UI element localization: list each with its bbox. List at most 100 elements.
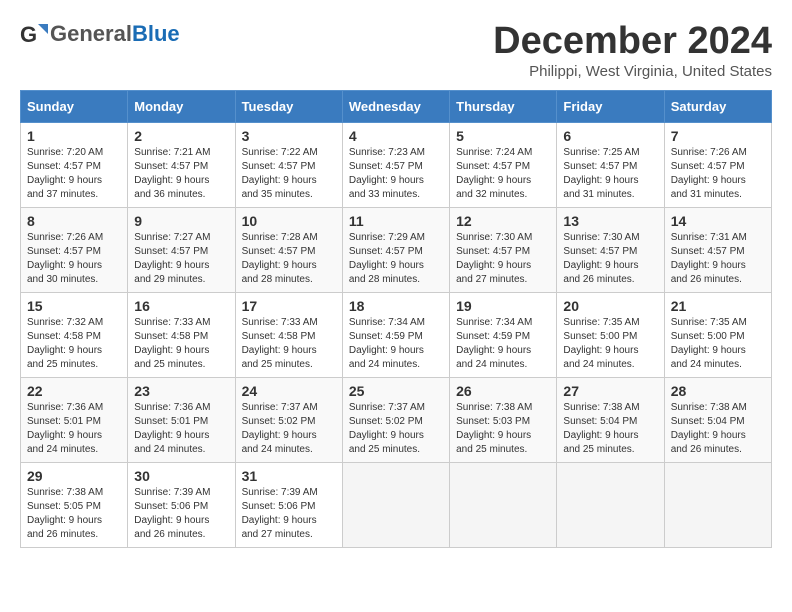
logo-blue-text: Blue [132, 21, 180, 47]
day-number: 18 [349, 298, 443, 314]
day-info: Sunrise: 7:36 AMSunset: 5:01 PMDaylight:… [134, 402, 210, 455]
calendar-cell: 19 Sunrise: 7:34 AMSunset: 4:59 PMDaylig… [450, 293, 557, 378]
calendar-cell: 23 Sunrise: 7:36 AMSunset: 5:01 PMDaylig… [128, 378, 235, 463]
day-info: Sunrise: 7:33 AMSunset: 4:58 PMDaylight:… [242, 317, 318, 370]
calendar-cell: 26 Sunrise: 7:38 AMSunset: 5:03 PMDaylig… [450, 378, 557, 463]
week-row: 1 Sunrise: 7:20 AMSunset: 4:57 PMDayligh… [21, 123, 772, 208]
calendar-cell: 25 Sunrise: 7:37 AMSunset: 5:02 PMDaylig… [342, 378, 449, 463]
day-info: Sunrise: 7:39 AMSunset: 5:06 PMDaylight:… [242, 487, 318, 540]
day-info: Sunrise: 7:34 AMSunset: 4:59 PMDaylight:… [456, 317, 532, 370]
calendar-cell: 22 Sunrise: 7:36 AMSunset: 5:01 PMDaylig… [21, 378, 128, 463]
day-number: 28 [671, 383, 765, 399]
week-row: 22 Sunrise: 7:36 AMSunset: 5:01 PMDaylig… [21, 378, 772, 463]
calendar-cell: 1 Sunrise: 7:20 AMSunset: 4:57 PMDayligh… [21, 123, 128, 208]
logo-general-text: General [50, 21, 132, 47]
day-number: 24 [242, 383, 336, 399]
calendar-cell: 10 Sunrise: 7:28 AMSunset: 4:57 PMDaylig… [235, 208, 342, 293]
day-info: Sunrise: 7:32 AMSunset: 4:58 PMDaylight:… [27, 317, 103, 370]
day-info: Sunrise: 7:33 AMSunset: 4:58 PMDaylight:… [134, 317, 210, 370]
day-info: Sunrise: 7:37 AMSunset: 5:02 PMDaylight:… [349, 402, 425, 455]
day-number: 26 [456, 383, 550, 399]
day-number: 21 [671, 298, 765, 314]
day-number: 12 [456, 213, 550, 229]
day-number: 29 [27, 468, 121, 484]
day-number: 23 [134, 383, 228, 399]
day-info: Sunrise: 7:30 AMSunset: 4:57 PMDaylight:… [456, 232, 532, 285]
calendar-cell: 15 Sunrise: 7:32 AMSunset: 4:58 PMDaylig… [21, 293, 128, 378]
day-number: 25 [349, 383, 443, 399]
header-sunday: Sunday [21, 91, 128, 123]
calendar-cell: 31 Sunrise: 7:39 AMSunset: 5:06 PMDaylig… [235, 463, 342, 548]
day-info: Sunrise: 7:38 AMSunset: 5:04 PMDaylight:… [563, 402, 639, 455]
day-number: 20 [563, 298, 657, 314]
day-number: 30 [134, 468, 228, 484]
calendar-cell [664, 463, 771, 548]
day-info: Sunrise: 7:36 AMSunset: 5:01 PMDaylight:… [27, 402, 103, 455]
header-friday: Friday [557, 91, 664, 123]
header-thursday: Thursday [450, 91, 557, 123]
calendar-cell: 29 Sunrise: 7:38 AMSunset: 5:05 PMDaylig… [21, 463, 128, 548]
calendar-cell: 27 Sunrise: 7:38 AMSunset: 5:04 PMDaylig… [557, 378, 664, 463]
day-info: Sunrise: 7:25 AMSunset: 4:57 PMDaylight:… [563, 147, 639, 200]
header-monday: Monday [128, 91, 235, 123]
day-number: 15 [27, 298, 121, 314]
calendar-cell: 8 Sunrise: 7:26 AMSunset: 4:57 PMDayligh… [21, 208, 128, 293]
day-info: Sunrise: 7:37 AMSunset: 5:02 PMDaylight:… [242, 402, 318, 455]
day-info: Sunrise: 7:21 AMSunset: 4:57 PMDaylight:… [134, 147, 210, 200]
day-info: Sunrise: 7:38 AMSunset: 5:04 PMDaylight:… [671, 402, 747, 455]
calendar-cell: 17 Sunrise: 7:33 AMSunset: 4:58 PMDaylig… [235, 293, 342, 378]
day-info: Sunrise: 7:20 AMSunset: 4:57 PMDaylight:… [27, 147, 103, 200]
calendar-cell: 24 Sunrise: 7:37 AMSunset: 5:02 PMDaylig… [235, 378, 342, 463]
location: Philippi, West Virginia, United States [493, 63, 772, 80]
day-info: Sunrise: 7:38 AMSunset: 5:05 PMDaylight:… [27, 487, 103, 540]
day-info: Sunrise: 7:24 AMSunset: 4:57 PMDaylight:… [456, 147, 532, 200]
calendar-cell: 5 Sunrise: 7:24 AMSunset: 4:57 PMDayligh… [450, 123, 557, 208]
day-info: Sunrise: 7:35 AMSunset: 5:00 PMDaylight:… [671, 317, 747, 370]
day-number: 31 [242, 468, 336, 484]
day-info: Sunrise: 7:26 AMSunset: 4:57 PMDaylight:… [27, 232, 103, 285]
header-wednesday: Wednesday [342, 91, 449, 123]
calendar-cell: 28 Sunrise: 7:38 AMSunset: 5:04 PMDaylig… [664, 378, 771, 463]
calendar-cell: 30 Sunrise: 7:39 AMSunset: 5:06 PMDaylig… [128, 463, 235, 548]
calendar-cell [450, 463, 557, 548]
day-number: 14 [671, 213, 765, 229]
calendar-cell: 14 Sunrise: 7:31 AMSunset: 4:57 PMDaylig… [664, 208, 771, 293]
day-number: 10 [242, 213, 336, 229]
month-title: December 2024 [493, 20, 772, 63]
day-number: 27 [563, 383, 657, 399]
day-number: 7 [671, 128, 765, 144]
calendar-cell: 4 Sunrise: 7:23 AMSunset: 4:57 PMDayligh… [342, 123, 449, 208]
day-number: 9 [134, 213, 228, 229]
calendar-cell [342, 463, 449, 548]
calendar-cell: 9 Sunrise: 7:27 AMSunset: 4:57 PMDayligh… [128, 208, 235, 293]
calendar-cell: 20 Sunrise: 7:35 AMSunset: 5:00 PMDaylig… [557, 293, 664, 378]
day-number: 1 [27, 128, 121, 144]
day-info: Sunrise: 7:26 AMSunset: 4:57 PMDaylight:… [671, 147, 747, 200]
day-number: 4 [349, 128, 443, 144]
day-info: Sunrise: 7:39 AMSunset: 5:06 PMDaylight:… [134, 487, 210, 540]
week-row: 15 Sunrise: 7:32 AMSunset: 4:58 PMDaylig… [21, 293, 772, 378]
day-number: 22 [27, 383, 121, 399]
day-number: 8 [27, 213, 121, 229]
calendar-cell: 3 Sunrise: 7:22 AMSunset: 4:57 PMDayligh… [235, 123, 342, 208]
header: G GeneralBlue December 2024 Philippi, We… [20, 20, 772, 80]
day-info: Sunrise: 7:38 AMSunset: 5:03 PMDaylight:… [456, 402, 532, 455]
calendar-cell: 13 Sunrise: 7:30 AMSunset: 4:57 PMDaylig… [557, 208, 664, 293]
day-info: Sunrise: 7:23 AMSunset: 4:57 PMDaylight:… [349, 147, 425, 200]
day-info: Sunrise: 7:27 AMSunset: 4:57 PMDaylight:… [134, 232, 210, 285]
svg-text:G: G [20, 22, 37, 47]
calendar-cell: 2 Sunrise: 7:21 AMSunset: 4:57 PMDayligh… [128, 123, 235, 208]
day-info: Sunrise: 7:28 AMSunset: 4:57 PMDaylight:… [242, 232, 318, 285]
day-number: 11 [349, 213, 443, 229]
day-number: 19 [456, 298, 550, 314]
day-info: Sunrise: 7:30 AMSunset: 4:57 PMDaylight:… [563, 232, 639, 285]
calendar-cell [557, 463, 664, 548]
calendar-cell: 6 Sunrise: 7:25 AMSunset: 4:57 PMDayligh… [557, 123, 664, 208]
calendar-cell: 18 Sunrise: 7:34 AMSunset: 4:59 PMDaylig… [342, 293, 449, 378]
day-number: 2 [134, 128, 228, 144]
calendar-cell: 21 Sunrise: 7:35 AMSunset: 5:00 PMDaylig… [664, 293, 771, 378]
day-info: Sunrise: 7:34 AMSunset: 4:59 PMDaylight:… [349, 317, 425, 370]
week-row: 29 Sunrise: 7:38 AMSunset: 5:05 PMDaylig… [21, 463, 772, 548]
calendar-cell: 12 Sunrise: 7:30 AMSunset: 4:57 PMDaylig… [450, 208, 557, 293]
header-tuesday: Tuesday [235, 91, 342, 123]
